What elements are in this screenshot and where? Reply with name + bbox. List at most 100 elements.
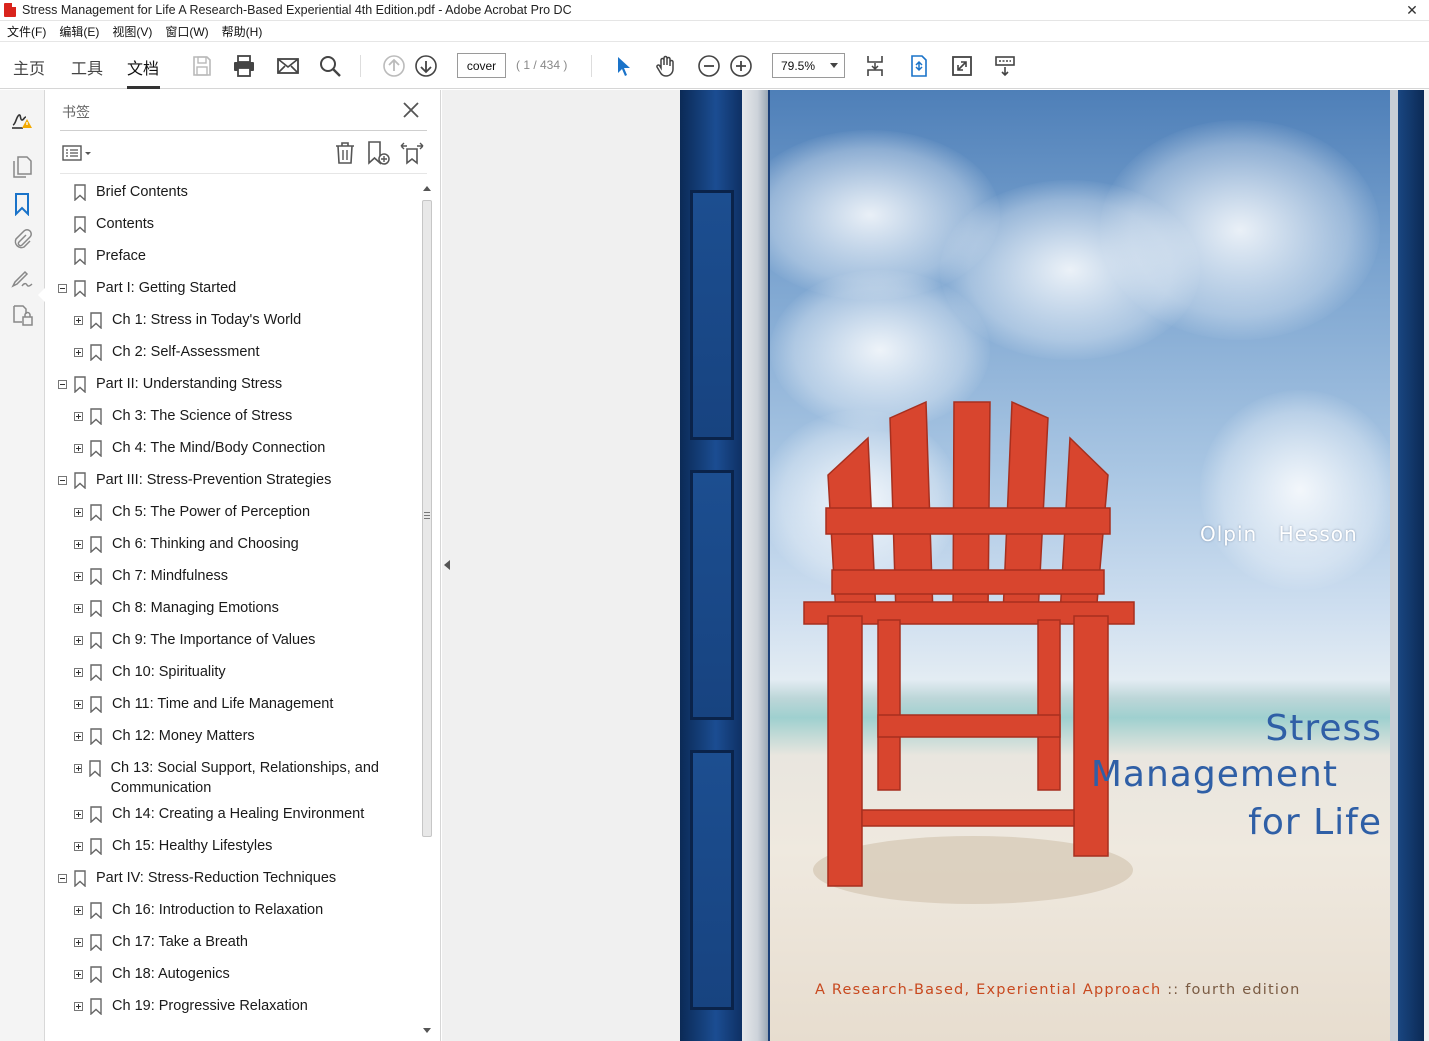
- bookmark-item[interactable]: Ch 2: Self-Assessment: [74, 342, 408, 362]
- collapse-minus-icon[interactable]: [58, 284, 67, 293]
- zoom-out-icon[interactable]: [696, 53, 722, 79]
- select-cursor-icon[interactable]: [610, 53, 636, 79]
- page-number-input[interactable]: cover: [457, 53, 506, 78]
- scroll-mode-icon[interactable]: [862, 53, 888, 79]
- bookmark-item[interactable]: Brief Contents: [58, 182, 408, 202]
- expand-plus-icon[interactable]: [74, 700, 83, 709]
- expand-plus-icon[interactable]: [74, 732, 83, 741]
- collapse-panel-arrow-icon[interactable]: [444, 560, 450, 570]
- zoom-level-value: 79.5%: [781, 58, 816, 73]
- bookmark-item[interactable]: Ch 3: The Science of Stress: [74, 406, 408, 426]
- bookmark-flag-icon: [90, 632, 102, 649]
- save-icon[interactable]: [189, 53, 215, 79]
- window-close-icon[interactable]: ✕: [1405, 3, 1419, 17]
- bookmark-item[interactable]: Part I: Getting Started: [58, 278, 408, 298]
- expand-plus-icon[interactable]: [74, 444, 83, 453]
- expand-plus-icon[interactable]: [74, 970, 83, 979]
- expand-plus-icon[interactable]: [74, 540, 83, 549]
- zoom-level-select[interactable]: 79.5%: [772, 53, 845, 78]
- fit-page-icon[interactable]: [906, 53, 932, 79]
- bookmark-flag-icon: [90, 440, 102, 457]
- bookmark-item[interactable]: Ch 1: Stress in Today's World: [74, 310, 408, 330]
- expand-bookmark-icon[interactable]: [399, 140, 425, 166]
- expand-plus-icon[interactable]: [74, 604, 83, 613]
- attachments-icon[interactable]: [9, 227, 35, 253]
- expand-plus-icon[interactable]: [74, 412, 83, 421]
- tab-home[interactable]: 主页: [13, 55, 45, 79]
- bookmark-item[interactable]: Ch 14: Creating a Healing Environment: [74, 804, 408, 824]
- expand-plus-icon[interactable]: [74, 316, 83, 325]
- next-page-icon[interactable]: [413, 53, 439, 79]
- bookmarks-scrollbar[interactable]: [420, 182, 434, 1037]
- collapse-minus-icon[interactable]: [58, 874, 67, 883]
- expand-plus-icon[interactable]: [74, 348, 83, 357]
- expand-plus-icon[interactable]: [74, 668, 83, 677]
- bookmark-item[interactable]: Ch 9: The Importance of Values: [74, 630, 408, 650]
- bookmark-item[interactable]: Ch 13: Social Support, Relationships, an…: [74, 758, 408, 798]
- bookmark-item[interactable]: Ch 17: Take a Breath: [74, 932, 408, 952]
- bookmark-item[interactable]: Ch 11: Time and Life Management: [74, 694, 408, 714]
- bookmarks-icon[interactable]: [9, 191, 35, 217]
- expand-plus-icon[interactable]: [74, 572, 83, 581]
- expand-plus-icon[interactable]: [74, 764, 82, 773]
- expand-plus-icon[interactable]: [74, 636, 83, 645]
- menu-edit[interactable]: 编辑(E): [52, 23, 105, 40]
- bookmark-item[interactable]: Ch 10: Spirituality: [74, 662, 408, 682]
- delete-bookmark-icon[interactable]: [332, 140, 358, 166]
- document-view[interactable]: Olpin Hesson Stress Management for Life …: [442, 90, 1429, 1041]
- previous-page-icon[interactable]: [381, 53, 407, 79]
- menu-window[interactable]: 窗口(W): [158, 23, 214, 40]
- bookmark-label: Ch 10: Spirituality: [112, 664, 226, 680]
- bookmark-item[interactable]: Ch 5: The Power of Perception: [74, 502, 408, 522]
- scroll-up-arrow-icon[interactable]: [423, 186, 431, 191]
- print-icon[interactable]: [231, 53, 257, 79]
- search-icon[interactable]: [317, 53, 343, 79]
- bookmark-options-button[interactable]: [62, 142, 96, 164]
- bookmark-flag-icon: [90, 312, 102, 329]
- menu-file[interactable]: 文件(F): [0, 23, 52, 40]
- bookmark-item[interactable]: Ch 15: Healthy Lifestyles: [74, 836, 408, 856]
- bookmark-item[interactable]: Preface: [58, 246, 408, 266]
- security-lock-icon[interactable]: [9, 302, 35, 328]
- scroll-down-arrow-icon[interactable]: [423, 1028, 431, 1033]
- bookmark-item[interactable]: Ch 16: Introduction to Relaxation: [74, 900, 408, 920]
- menu-help[interactable]: 帮助(H): [215, 23, 269, 40]
- collapse-minus-icon[interactable]: [58, 380, 67, 389]
- expand-plus-icon[interactable]: [74, 810, 83, 819]
- bookmark-flag-icon: [90, 600, 102, 617]
- scrollbar-thumb[interactable]: [422, 200, 432, 837]
- collapse-minus-icon[interactable]: [58, 476, 67, 485]
- bookmark-item[interactable]: Ch 18: Autogenics: [74, 964, 408, 984]
- new-bookmark-icon[interactable]: [365, 140, 391, 166]
- page-thumbnails-icon[interactable]: [9, 154, 35, 180]
- expand-plus-icon[interactable]: [74, 508, 83, 517]
- scroll-grip-icon: [424, 512, 430, 519]
- active-tab-indicator: [127, 86, 160, 89]
- close-icon[interactable]: [400, 99, 422, 121]
- sign-warning-icon[interactable]: [9, 106, 35, 132]
- bookmark-item[interactable]: Ch 12: Money Matters: [74, 726, 408, 746]
- expand-plus-icon[interactable]: [74, 906, 83, 915]
- bookmark-label: Ch 13: Social Support, Relationships, an…: [110, 760, 379, 796]
- expand-plus-icon[interactable]: [74, 938, 83, 947]
- bookmark-item[interactable]: Part III: Stress-Prevention Strategies: [58, 470, 408, 490]
- zoom-in-icon[interactable]: [728, 53, 754, 79]
- signatures-icon[interactable]: [9, 265, 35, 291]
- bookmark-item[interactable]: Ch 8: Managing Emotions: [74, 598, 408, 618]
- full-screen-icon[interactable]: [949, 53, 975, 79]
- bookmark-item[interactable]: Ch 4: The Mind/Body Connection: [74, 438, 408, 458]
- bookmark-item[interactable]: Contents: [58, 214, 408, 234]
- customize-toolbar-icon[interactable]: [992, 53, 1018, 79]
- bookmark-item[interactable]: Ch 6: Thinking and Choosing: [74, 534, 408, 554]
- hand-tool-icon[interactable]: [653, 53, 679, 79]
- expand-plus-icon[interactable]: [74, 1002, 83, 1011]
- bookmark-item[interactable]: Ch 7: Mindfulness: [74, 566, 408, 586]
- email-icon[interactable]: [275, 53, 301, 79]
- menu-view[interactable]: 视图(V): [105, 23, 158, 40]
- expand-plus-icon[interactable]: [74, 842, 83, 851]
- tab-tools[interactable]: 工具: [71, 55, 103, 79]
- bookmark-item[interactable]: Part II: Understanding Stress: [58, 374, 408, 394]
- bookmark-item[interactable]: Part IV: Stress-Reduction Techniques: [58, 868, 408, 888]
- bookmark-item[interactable]: Ch 19: Progressive Relaxation: [74, 996, 408, 1016]
- tab-document[interactable]: 文档: [127, 55, 159, 79]
